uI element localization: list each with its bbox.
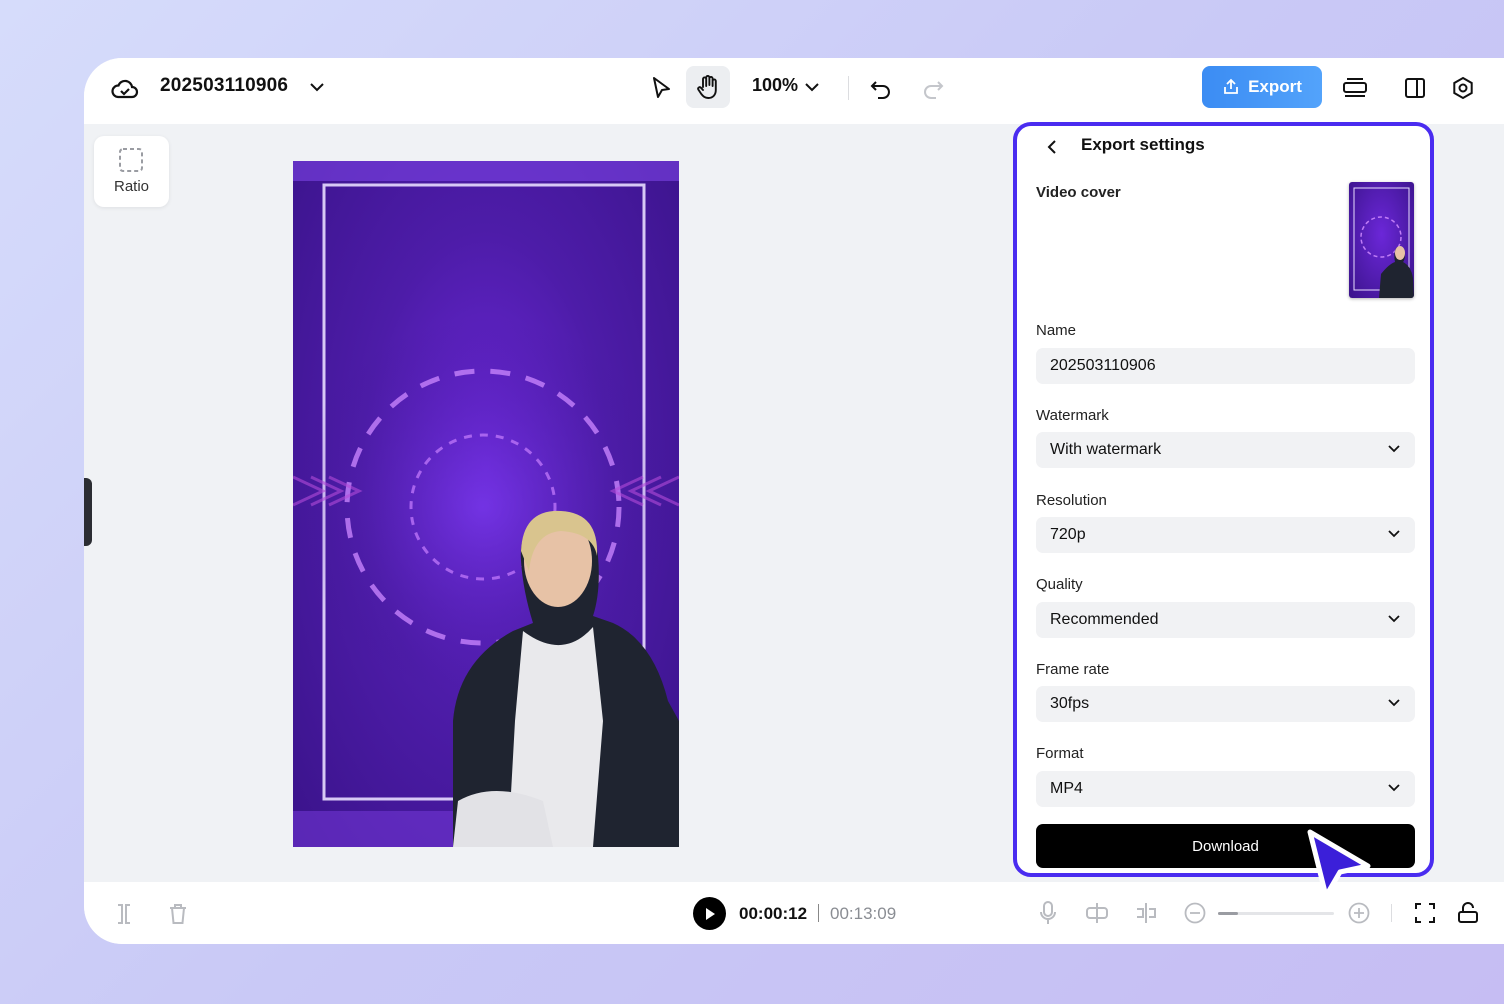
format-select[interactable]: MP4: [1036, 771, 1415, 807]
fullscreen-icon[interactable]: [1413, 901, 1437, 925]
unlock-icon[interactable]: [1456, 901, 1480, 925]
watermark-value: With watermark: [1050, 441, 1162, 458]
video-cover-thumbnail[interactable]: [1349, 182, 1414, 298]
name-label: Name: [1036, 322, 1077, 339]
export-settings-panel: Export settings Video cover Name 2025031…: [1013, 122, 1434, 877]
cloud-sync-icon[interactable]: [110, 74, 140, 104]
export-button[interactable]: Export: [1202, 66, 1322, 108]
hand-tool-icon[interactable]: [686, 66, 730, 108]
chevron-down-icon[interactable]: [306, 76, 328, 98]
chevron-down-icon: [1388, 615, 1400, 623]
play-button[interactable]: [693, 897, 726, 930]
undo-icon[interactable]: [866, 74, 896, 104]
quality-label: Quality: [1036, 576, 1083, 593]
select-pointer-icon[interactable]: [644, 71, 678, 105]
watermark-select[interactable]: With watermark: [1036, 432, 1415, 468]
video-canvas[interactable]: [293, 161, 679, 847]
name-value: 202503110906: [1050, 357, 1156, 374]
chevron-down-icon: [1388, 445, 1400, 453]
quality-select[interactable]: Recommended: [1036, 602, 1415, 638]
frame-rate-value: 30fps: [1050, 695, 1090, 712]
divider: [1391, 904, 1392, 922]
timeline-zoom-slider[interactable]: [1218, 912, 1334, 915]
total-time: 00:13:09: [830, 904, 897, 923]
play-icon: [705, 907, 715, 920]
export-icon: [1224, 78, 1238, 94]
video-cover-label: Video cover: [1036, 184, 1121, 201]
resolution-label: Resolution: [1036, 492, 1107, 509]
frame-rate-select[interactable]: 30fps: [1036, 686, 1415, 722]
delete-icon[interactable]: [166, 902, 190, 926]
chevron-down-icon: [1388, 784, 1400, 792]
watermark-label: Watermark: [1036, 407, 1109, 424]
project-title[interactable]: 202503110906: [160, 75, 288, 97]
top-toolbar: 202503110906 100% Export: [84, 58, 1504, 124]
align-icon[interactable]: [1133, 901, 1159, 925]
zoom-in-icon[interactable]: [1347, 901, 1371, 925]
settings-icon[interactable]: [1448, 73, 1478, 103]
layers-icon[interactable]: [1340, 73, 1370, 103]
auto-snap-icon[interactable]: [1084, 901, 1110, 925]
zoom-out-icon[interactable]: [1183, 901, 1207, 925]
time-divider: [818, 904, 819, 922]
slider-fill: [1218, 912, 1238, 915]
redo-icon[interactable]: [918, 74, 948, 104]
microphone-icon[interactable]: [1036, 900, 1060, 926]
panel-title: Export settings: [1081, 135, 1205, 154]
ratio-button[interactable]: Ratio: [94, 136, 169, 207]
quality-value: Recommended: [1050, 611, 1159, 628]
panel-layout-icon[interactable]: [1400, 73, 1430, 103]
resolution-value: 720p: [1050, 526, 1086, 543]
current-time: 00:00:12: [739, 904, 808, 923]
timeline-toolbar: 00:00:12 00:13:09: [84, 882, 1504, 944]
export-label: Export: [1248, 77, 1302, 96]
zoom-level[interactable]: 100%: [752, 75, 798, 96]
zoom-chevron-down-icon[interactable]: [802, 77, 822, 97]
back-arrow-icon[interactable]: [1043, 136, 1061, 158]
name-input[interactable]: 202503110906: [1036, 348, 1415, 384]
resolution-select[interactable]: 720p: [1036, 517, 1415, 553]
divider: [848, 76, 849, 100]
chevron-down-icon: [1388, 699, 1400, 707]
ratio-icon: [119, 148, 143, 172]
format-value: MP4: [1050, 780, 1083, 797]
ratio-label: Ratio: [113, 178, 150, 195]
frame-rate-label: Frame rate: [1036, 661, 1110, 678]
format-label: Format: [1036, 745, 1084, 762]
mouse-cursor-icon: [1307, 829, 1371, 899]
split-icon[interactable]: [112, 902, 136, 926]
chevron-down-icon: [1388, 530, 1400, 538]
side-panel-handle[interactable]: [84, 478, 92, 546]
video-frame-image: [293, 161, 679, 847]
